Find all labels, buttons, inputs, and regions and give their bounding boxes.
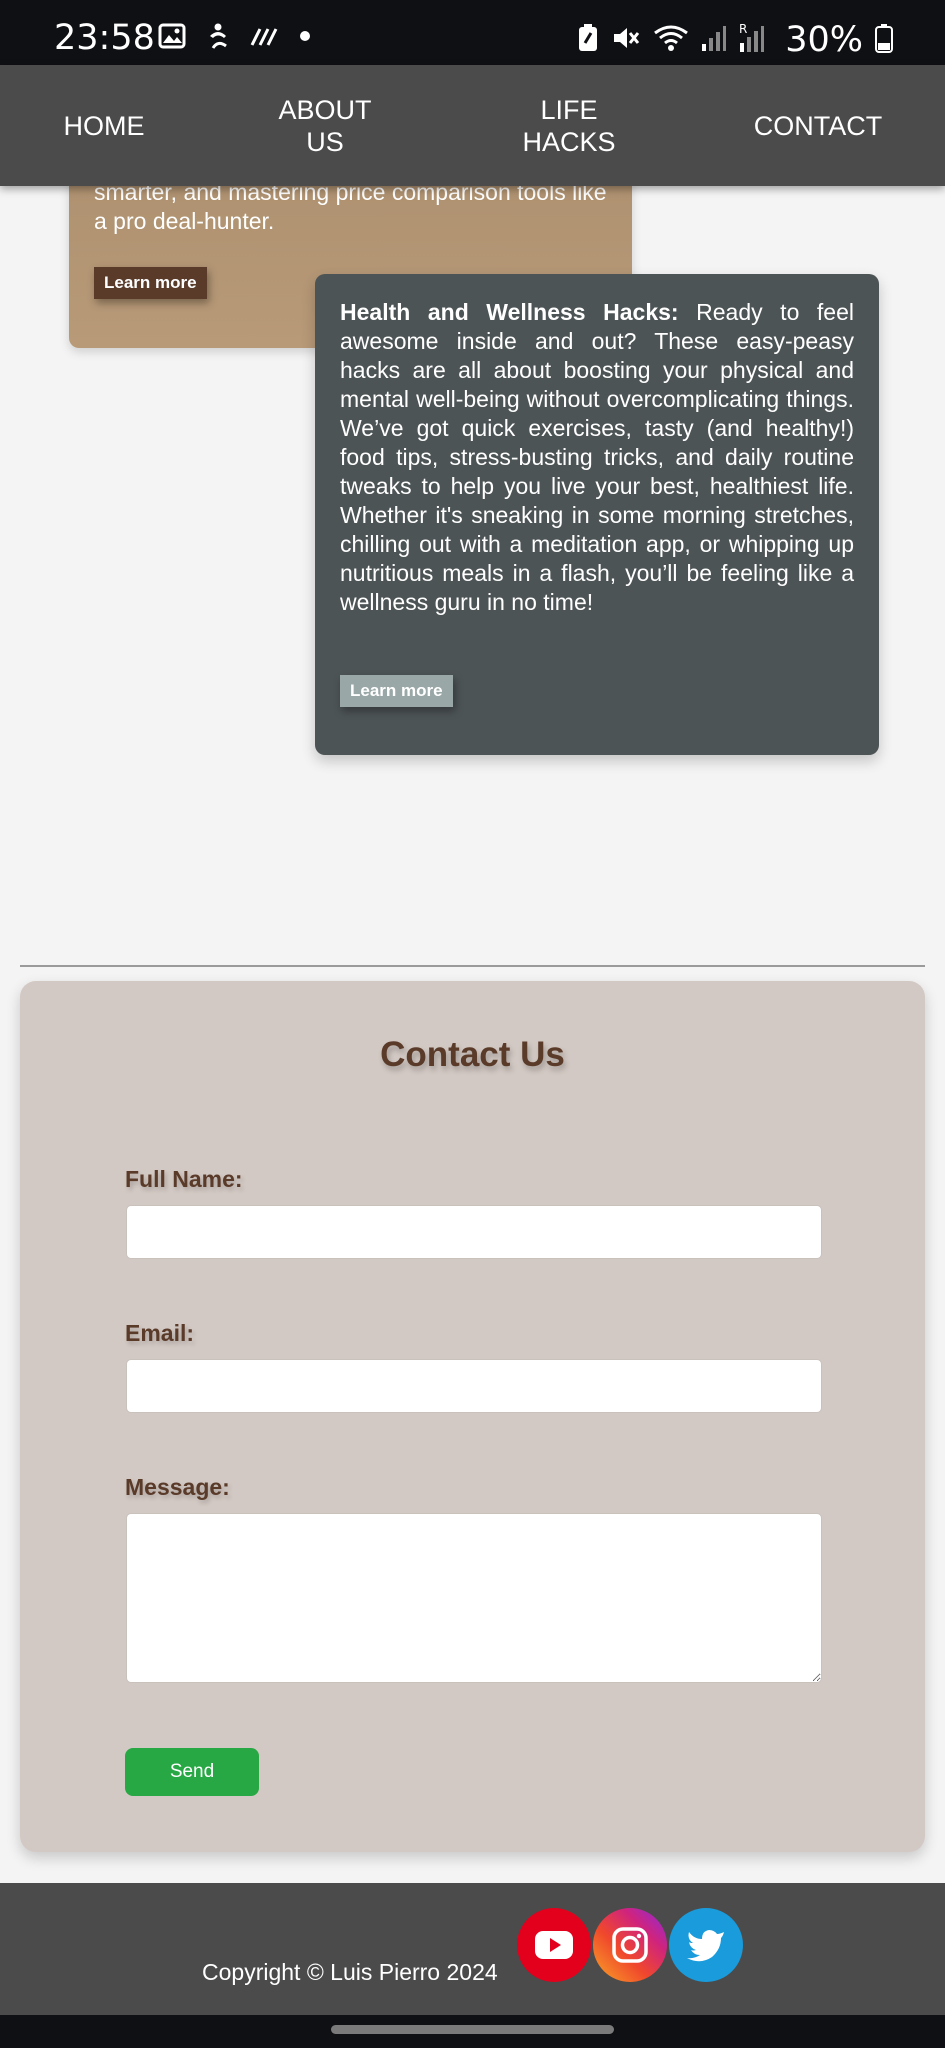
full-name-input[interactable]	[126, 1205, 822, 1259]
nav-contact[interactable]: CONTACT	[754, 110, 883, 142]
nav-about-us[interactable]: ABOUT US	[278, 94, 371, 158]
battery-percent: 30%	[785, 20, 863, 60]
mute-icon	[611, 24, 641, 57]
home-gesture-pill[interactable]	[331, 2025, 614, 2034]
send-button[interactable]: Send	[125, 1748, 259, 1796]
message-textarea[interactable]	[126, 1513, 822, 1683]
health-learn-more-button[interactable]: Learn more	[340, 675, 453, 707]
status-bar: 23:58 R 30%	[0, 0, 945, 65]
status-time: 23:58	[54, 18, 155, 58]
finance-card-text: smarter, and mastering price comparison …	[94, 179, 607, 234]
accessibility-icon	[204, 22, 232, 50]
email-label: Email:	[125, 1320, 195, 1346]
section-divider	[20, 965, 925, 967]
health-card-text: Health and Wellness Hacks: Ready to feel…	[340, 298, 854, 617]
full-name-label: Full Name:	[125, 1166, 243, 1192]
footer: Copyright © Luis Pierro 2024	[0, 1883, 945, 2015]
email-input[interactable]	[126, 1359, 822, 1413]
status-left-icons	[158, 22, 312, 50]
health-card-body: Ready to feel awesome inside and out? Th…	[340, 299, 854, 615]
signal-icon	[701, 24, 727, 57]
wifi-icon	[653, 23, 689, 58]
image-icon	[158, 23, 186, 49]
contact-form-panel: Contact Us Full Name: Email: Message: Se…	[20, 981, 925, 1852]
battery-icon	[875, 23, 893, 58]
main-navbar: HOME ABOUT US LIFE HACKS CONTACT	[0, 65, 945, 186]
health-card-title: Health and Wellness Hacks:	[340, 299, 679, 325]
battery-saver-icon	[577, 23, 599, 58]
system-navigation-bar	[0, 2015, 945, 2048]
contact-title: Contact Us	[380, 1035, 565, 1074]
nav-life-hacks[interactable]: LIFE HACKS	[522, 94, 615, 158]
twitter-icon[interactable]	[669, 1908, 743, 1982]
svg-text:R: R	[739, 23, 747, 36]
youtube-icon[interactable]	[517, 1908, 591, 1982]
page: 23:58 R 30% HOME ABOUT US LIFE HACKS CON…	[0, 0, 945, 2048]
nav-home[interactable]: HOME	[64, 110, 145, 142]
health-card: Health and Wellness Hacks: Ready to feel…	[315, 274, 879, 755]
message-label: Message:	[125, 1474, 230, 1500]
status-right-icons: R 30%	[577, 20, 893, 60]
dot-icon	[298, 29, 312, 43]
finance-learn-more-button[interactable]: Learn more	[94, 267, 207, 299]
copyright-text: Copyright © Luis Pierro 2024	[202, 1959, 498, 1985]
stripes-icon	[250, 25, 280, 47]
instagram-icon[interactable]	[593, 1908, 667, 1982]
roaming-signal-icon: R	[739, 22, 765, 58]
